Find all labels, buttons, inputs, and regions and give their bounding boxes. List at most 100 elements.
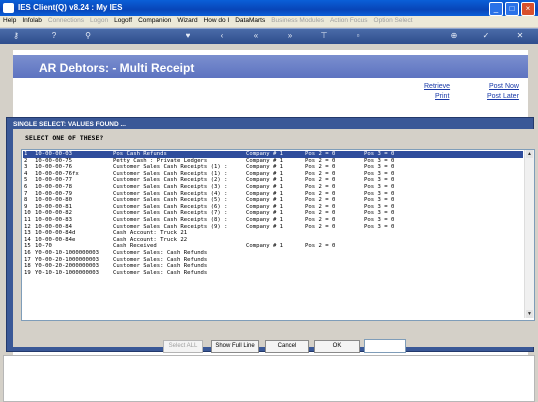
exit-icon[interactable]: ✕ xyxy=(514,31,526,41)
row-pos3: Pos 3 = 0 xyxy=(364,184,395,190)
list-item[interactable]: 9 10-00-00-81 Customer Sales Cash Receipts… xyxy=(23,204,523,211)
row-pos2: Pos 2 = 0 xyxy=(305,203,336,210)
menu-item-how-do-i[interactable]: How do I xyxy=(201,16,233,25)
row-description: Customer Sales: Cash Refunds xyxy=(113,263,208,270)
up-icon[interactable]: ⊤ xyxy=(318,31,330,41)
row-pos2: Pos 2 = 0 xyxy=(305,170,336,177)
forward-icon[interactable]: » xyxy=(284,31,296,41)
row-pos3: Pos 3 = 0 xyxy=(364,151,395,157)
select-all-button[interactable]: Select ALL xyxy=(163,340,203,353)
page-icon[interactable]: ▫ xyxy=(352,31,364,41)
row-pos3: Pos 3 = 0 xyxy=(364,170,395,177)
list-item[interactable]: 18 Y0-00-20-2000000003 Customer Sales: Cas… xyxy=(23,263,523,270)
cancel-button[interactable]: Cancel xyxy=(265,340,309,353)
list-item[interactable]: 7 10-00-00-79 Customer Sales Cash Receipts… xyxy=(23,191,523,198)
scroll-down-icon[interactable]: ▼ xyxy=(526,310,533,318)
row-company: Company # 1 xyxy=(246,170,284,177)
lower-grid xyxy=(3,355,535,402)
retrieve-link[interactable]: Retrieve xyxy=(424,83,450,90)
list-item[interactable]: 19 Y0-10-10-1000000003 Customer Sales: Cas… xyxy=(23,270,523,277)
row-code: 10-00-00-75 xyxy=(35,157,73,164)
help-icon[interactable]: ? xyxy=(48,31,60,41)
ok-button[interactable]: OK xyxy=(314,340,360,353)
row-pos3: Pos 3 = 0 xyxy=(364,217,395,223)
maximize-button[interactable]: □ xyxy=(505,2,519,16)
post-now-link[interactable]: Post Now xyxy=(489,83,519,90)
key-icon[interactable]: ⚷ xyxy=(10,31,22,41)
row-number: 10 xyxy=(24,210,31,217)
list-item[interactable]: 1 10-00-00-03 Pos Cash Refunds Company # 1 P… xyxy=(23,151,523,158)
list-item[interactable]: 12 10-00-00-84 Customer Sales Cash Receipt… xyxy=(23,224,523,231)
back-icon[interactable]: ‹ xyxy=(216,31,228,41)
search-icon[interactable]: ⚲ xyxy=(82,31,94,41)
row-company: Company # 1 xyxy=(246,151,284,157)
row-number: 5 xyxy=(24,177,28,184)
row-number: 4 xyxy=(24,170,28,177)
list-item[interactable]: 17 Y0-00-20-1000000003 Customer Sales: Cas… xyxy=(23,257,523,264)
row-description: Cash Account: Truck 21 xyxy=(113,230,188,237)
menu-item-companion[interactable]: Companion xyxy=(135,16,174,25)
list-item[interactable]: 16 Y0-00-10-1000000003 Customer Sales: Cas… xyxy=(23,250,523,257)
page-banner: AR Debtors: - Multi Receipt xyxy=(13,55,528,78)
list-item[interactable]: 14 10-00-00-84e Cash Account: Truck 22 xyxy=(23,237,523,244)
post-later-link[interactable]: Post Later xyxy=(487,93,519,100)
row-number: 15 xyxy=(24,243,31,250)
menu-bar: Help Infolab Connections Logon Logoff Compani… xyxy=(0,16,538,27)
scroll-up-icon[interactable]: ▲ xyxy=(526,150,533,158)
filter-input[interactable] xyxy=(364,339,406,353)
menu-item-option-select: Option Select xyxy=(373,17,413,24)
row-code: 10-00-00-79 xyxy=(35,190,73,197)
row-pos3: Pos 3 = 0 xyxy=(364,164,395,171)
list-item[interactable]: 6 10-00-00-78 Customer Sales Cash Receipts… xyxy=(23,184,523,191)
menu-item-wizard[interactable]: Wizard xyxy=(174,16,200,25)
list-item[interactable]: 5 10-00-00-77 Customer Sales Cash Receipts… xyxy=(23,177,523,184)
menu-item-business-modules: Business Modules xyxy=(271,17,324,24)
list-item[interactable]: 2 10-00-00-75 Petty Cash : Private Ledgers… xyxy=(23,158,523,165)
row-description: Customer Sales: Cash Refunds xyxy=(113,256,208,263)
rewind-icon[interactable]: « xyxy=(250,31,262,41)
row-pos2: Pos 2 = 0 xyxy=(305,177,336,184)
list-item[interactable]: 4 10-00-00-76fx Customer Sales Cash Receip… xyxy=(23,171,523,178)
values-list[interactable]: ▲ ▼ 1 10-00-00-03 Pos Cash Refunds Company … xyxy=(21,149,535,321)
dialog-title: SINGLE SELECT: VALUES FOUND ... xyxy=(13,121,126,128)
menu-item-infolab[interactable]: Infolab xyxy=(19,16,45,25)
menu-item-datamarts[interactable]: DataMarts xyxy=(232,16,268,25)
row-code: 10-00-00-83 xyxy=(35,217,73,223)
row-description: Customer Sales Cash Receipts (9) : xyxy=(113,223,228,230)
heart-icon[interactable]: ♥ xyxy=(182,31,194,41)
globe-icon[interactable]: ⊕ xyxy=(448,31,460,41)
row-pos3: Pos 3 = 0 xyxy=(364,223,395,230)
menu-item-logoff[interactable]: Logoff xyxy=(111,16,135,25)
window-title: IES Client(Q) v8.24 : My IES xyxy=(18,3,123,12)
row-description: Customer Sales Cash Receipts (1) : xyxy=(113,170,228,177)
list-item[interactable]: 10 10-00-00-82 Customer Sales Cash Receipt… xyxy=(23,210,523,217)
row-company: Company # 1 xyxy=(246,177,284,184)
row-description: Customer Sales: Cash Refunds xyxy=(113,269,208,276)
list-item[interactable]: 8 10-00-00-80 Customer Sales Cash Receipts… xyxy=(23,197,523,204)
row-number: 2 xyxy=(24,157,28,164)
list-item[interactable]: 11 10-00-00-83 Customer Sales Cash Receipt… xyxy=(23,217,523,224)
row-number: 9 xyxy=(24,203,28,210)
row-description: Petty Cash : Private Ledgers xyxy=(113,157,208,164)
minimize-button[interactable]: _ xyxy=(489,2,503,16)
row-pos2: Pos 2 = 0 xyxy=(305,190,336,197)
list-item[interactable]: 13 10-00-00-84d Cash Account: Truck 21 xyxy=(23,230,523,237)
row-description: Cash Account: Truck 22 xyxy=(113,236,188,243)
check-icon[interactable]: ✓ xyxy=(480,31,492,41)
select-dialog: SINGLE SELECT: VALUES FOUND ... SELECT O… xyxy=(6,117,535,353)
row-description: Customer Sales Cash Receipts (3) : xyxy=(113,184,228,190)
row-number: 6 xyxy=(24,184,28,190)
row-number: 19 xyxy=(24,269,31,276)
show-full-line-button[interactable]: Show Full Line xyxy=(211,340,259,353)
list-scrollbar[interactable]: ▲ ▼ xyxy=(524,150,534,318)
row-company: Company # 1 xyxy=(246,157,284,164)
menu-item-help[interactable]: Help xyxy=(0,16,19,25)
list-item[interactable]: 3 10-00-00-76 Customer Sales Cash Receipts… xyxy=(23,164,523,171)
print-link[interactable]: Print xyxy=(435,93,449,100)
list-item[interactable]: 15 10-70 Cash Received Company # 1 Pos 2 = 0 xyxy=(23,243,523,250)
row-pos3: Pos 3 = 0 xyxy=(364,190,395,197)
row-description: Customer Sales Cash Receipts (4) : xyxy=(113,190,228,197)
row-pos2: Pos 2 = 0 xyxy=(305,164,336,171)
row-number: 8 xyxy=(24,197,28,204)
close-button[interactable]: × xyxy=(521,2,535,16)
